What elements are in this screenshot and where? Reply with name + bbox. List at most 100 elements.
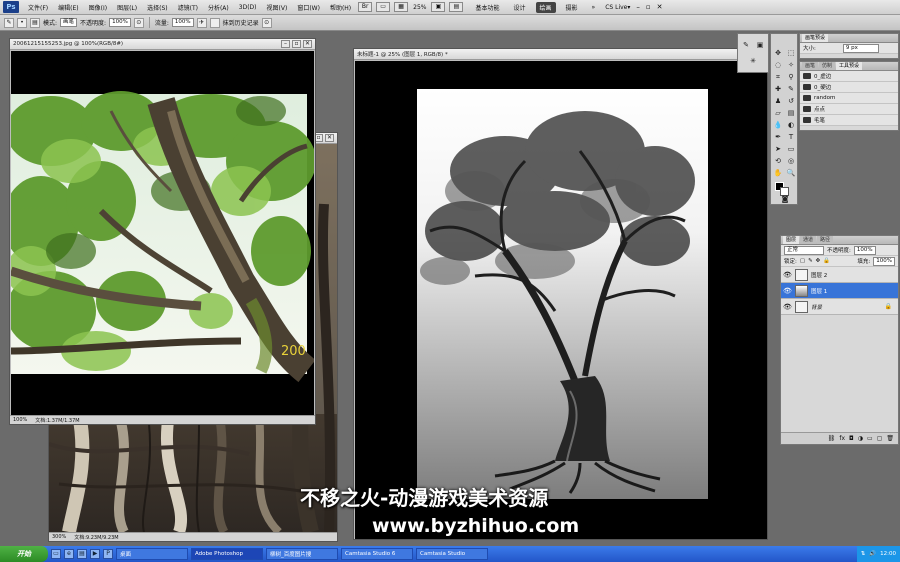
3d-camera-tool-icon[interactable]: ◎ <box>786 156 796 166</box>
status-zoom[interactable]: 100% <box>13 417 27 423</box>
layer-row-2[interactable]: 👁 图层 2 <box>781 267 898 283</box>
fx-icon[interactable]: fx <box>839 435 845 442</box>
marquee-tool-icon[interactable]: ⬚ <box>786 48 796 58</box>
blur-tool-icon[interactable]: 💧 <box>773 120 783 130</box>
tool-preset-item[interactable]: 毛笔 <box>800 115 898 126</box>
eye-icon[interactable]: 👁 <box>783 271 792 279</box>
task-desktop[interactable]: 桌面 <box>116 548 188 560</box>
volume-icon[interactable]: 🔊 <box>869 551 876 557</box>
workspace-painting[interactable]: 绘画 <box>535 1 556 13</box>
menu-3d[interactable]: 3D(D) <box>234 4 262 11</box>
lock-pixels-icon[interactable]: ▢ <box>800 258 805 264</box>
dodge-tool-icon[interactable]: ◐ <box>786 120 796 130</box>
document-title-bar[interactable]: 未标题-1 @ 25% (图层 1, RGB/8) * <box>354 49 767 60</box>
airbrush-icon[interactable]: ✈ <box>196 17 207 28</box>
history-brush-tool-icon[interactable]: ↺ <box>786 96 796 106</box>
tab-tool-presets[interactable]: 工具预设 <box>836 62 863 70</box>
zoom-level[interactable]: 25% <box>413 4 426 11</box>
tab-paths[interactable]: 路径 <box>817 236 834 244</box>
menu-select[interactable]: 选择(S) <box>142 3 173 12</box>
ie-icon[interactable]: e <box>64 549 74 559</box>
layer-name[interactable]: 图层 1 <box>811 287 827 295</box>
layer-row-background[interactable]: 👁 背景 🔒 <box>781 299 898 315</box>
workspace-design[interactable]: 设计 <box>510 2 530 13</box>
pressure-opacity-icon[interactable]: ⊙ <box>133 17 144 28</box>
pen-tool-icon[interactable]: ✒ <box>773 132 783 142</box>
gradient-tool-icon[interactable]: ▤ <box>786 108 796 118</box>
zoom-tool-icon[interactable]: 🔍 <box>786 168 796 178</box>
clock[interactable]: 12:00 <box>880 551 896 557</box>
task-photoshop[interactable]: Adobe Photoshop <box>191 548 263 560</box>
opacity-input[interactable]: 100% <box>109 18 131 27</box>
task-browser[interactable]: 柳树_百度图片搜 <box>266 548 338 560</box>
erase-history-checkbox[interactable] <box>209 17 220 28</box>
trash-icon[interactable]: 🗑 <box>886 435 894 442</box>
show-desktop-icon[interactable]: ▭ <box>51 549 61 559</box>
tab-brush-presets[interactable]: 画笔预设 <box>802 34 829 42</box>
doc-minimize-icon[interactable]: – <box>281 40 290 48</box>
eyedropper-tool-icon[interactable]: ⚲ <box>786 72 796 82</box>
quick-mask-icon[interactable]: ◙ <box>780 194 790 204</box>
menu-image[interactable]: 图像(I) <box>84 3 112 12</box>
menu-layer[interactable]: 图层(L) <box>112 3 142 12</box>
menu-edit[interactable]: 编辑(E) <box>53 3 83 12</box>
start-button[interactable]: 开始 <box>0 546 48 562</box>
mini-bridge-icon[interactable]: ▭ <box>376 2 391 12</box>
layer-opacity-input[interactable]: 100% <box>853 245 876 255</box>
brush-picker-icon[interactable]: • <box>17 17 27 28</box>
clone-source-icon[interactable]: ▣ <box>755 40 765 50</box>
close-icon[interactable]: ✕ <box>657 3 663 11</box>
navigator-icon[interactable]: ✳ <box>748 56 758 66</box>
new-layer-icon[interactable]: ▢ <box>877 435 883 442</box>
network-icon[interactable]: ⇅ <box>861 551 866 557</box>
blend-mode-select[interactable]: 正常 <box>784 245 824 255</box>
layer-name[interactable]: 图层 2 <box>811 271 827 279</box>
eye-icon[interactable]: 👁 <box>783 303 792 311</box>
document-window-photo[interactable]: 20061215155253.jpg @ 100%(RGB/8#) – ▫ ✕ <box>9 38 316 425</box>
document-title-bar[interactable]: 20061215155253.jpg @ 100%(RGB/8#) – ▫ ✕ <box>10 39 315 50</box>
layer-name[interactable]: 背景 <box>811 303 822 311</box>
magic-wand-tool-icon[interactable]: ✧ <box>786 60 796 70</box>
type-tool-icon[interactable]: T <box>786 132 796 142</box>
document-window-main[interactable]: 未标题-1 @ 25% (图层 1, RGB/8) * <box>353 48 768 540</box>
shape-tool-icon[interactable]: ▭ <box>786 144 796 154</box>
lock-move-icon[interactable]: ✥ <box>816 258 821 264</box>
painting-canvas[interactable] <box>355 61 767 539</box>
stamp-tool-icon[interactable]: ♟ <box>773 96 783 106</box>
adjust-icon[interactable]: ◑ <box>858 435 863 442</box>
doc-maximize-icon[interactable]: ▫ <box>292 40 301 48</box>
screen-mode-icon[interactable]: ▣ <box>431 2 446 12</box>
lock-paint-icon[interactable]: ✎ <box>808 258 813 264</box>
mask-icon[interactable]: ◘ <box>849 435 854 442</box>
brush-panel-toggle-icon[interactable]: ▤ <box>30 17 40 28</box>
minimize-icon[interactable]: – <box>636 3 640 11</box>
menu-help[interactable]: 帮助(H) <box>325 3 356 12</box>
menu-filter[interactable]: 滤镜(T) <box>173 3 203 12</box>
status-zoom[interactable]: 300% <box>52 534 66 540</box>
menu-file[interactable]: 文件(F) <box>23 3 53 12</box>
tool-preset-item[interactable]: random <box>800 93 898 104</box>
tool-preset-item[interactable]: 0_硬边 <box>800 82 898 93</box>
brush-tool-icon[interactable]: ✎ <box>786 84 796 94</box>
cs-live-button[interactable]: CS Live▾ <box>605 4 630 11</box>
hand-tool-icon[interactable]: ✋ <box>773 168 783 178</box>
crop-tool-icon[interactable]: ⌗ <box>773 72 783 82</box>
link-icon[interactable]: ⛓ <box>828 435 836 442</box>
doc-close-icon[interactable]: ✕ <box>303 40 312 48</box>
path-select-tool-icon[interactable]: ➤ <box>773 144 783 154</box>
healing-tool-icon[interactable]: ✚ <box>773 84 783 94</box>
brush-size-input[interactable]: 9 px <box>842 43 879 53</box>
layer-row-1[interactable]: 👁 图层 1 <box>781 283 898 299</box>
doc-close-icon[interactable]: ✕ <box>325 134 334 142</box>
tab-brush[interactable]: 画笔 <box>802 62 819 70</box>
restore-icon[interactable]: ▫ <box>646 3 651 11</box>
bridge-icon[interactable]: Br <box>358 2 373 12</box>
extras-icon[interactable]: ▤ <box>449 2 464 12</box>
folder-icon[interactable]: ▭ <box>867 435 873 442</box>
pressure-size-icon[interactable]: ⊙ <box>261 17 272 28</box>
workspace-photography[interactable]: 摄影 <box>562 2 582 13</box>
fill-input[interactable]: 100% <box>873 256 895 266</box>
tool-preset-item[interactable]: 点点 <box>800 104 898 115</box>
eraser-tool-icon[interactable]: ✎ <box>4 17 14 28</box>
explorer-icon[interactable]: ▤ <box>77 549 87 559</box>
